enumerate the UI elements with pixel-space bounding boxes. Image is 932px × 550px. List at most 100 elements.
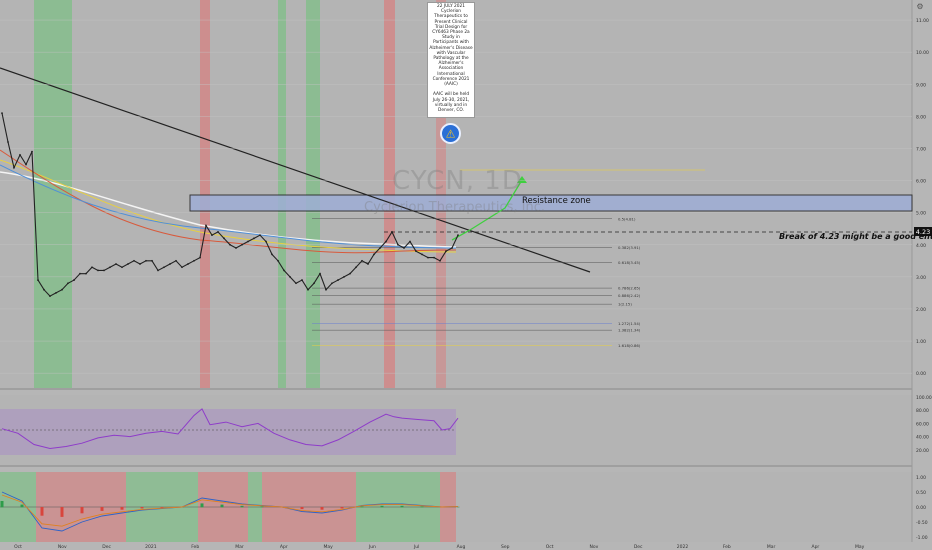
break-entry-note: Break of 4.23 might be a good entry	[779, 232, 932, 241]
price-point	[247, 240, 249, 243]
price-point	[271, 253, 273, 256]
macd-histogram-bar	[120, 507, 124, 510]
price-point	[109, 266, 111, 269]
time-tick-label: Mar	[235, 544, 244, 550]
price-point	[61, 288, 63, 291]
time-tick-label: Oct	[546, 544, 554, 550]
price-point	[445, 250, 447, 253]
macd-histogram-bar	[100, 507, 104, 511]
macd-histogram-bar	[380, 505, 384, 508]
price-point	[175, 259, 177, 262]
settings-gear-icon[interactable]: ⚙	[916, 2, 923, 11]
price-point	[55, 292, 57, 294]
price-tick-label: 2.00	[916, 307, 926, 313]
price-point	[415, 250, 417, 253]
price-point	[205, 224, 207, 227]
macd-tick-label: -1.00	[916, 535, 928, 541]
price-point	[223, 237, 225, 240]
time-tick-label: Nov	[590, 544, 599, 550]
price-point	[31, 150, 33, 153]
time-tick-label: May	[323, 544, 333, 550]
price-point	[265, 240, 267, 243]
macd-histogram-bar	[220, 504, 224, 508]
resistance-zone-label: Resistance zone	[522, 196, 591, 206]
time-tick-label: Jul	[413, 544, 419, 550]
price-point	[277, 259, 279, 262]
price-point	[145, 259, 147, 262]
time-tick-label: Nov	[58, 544, 67, 550]
macd-tick-label: 0.50	[916, 490, 926, 496]
price-point	[343, 275, 345, 278]
price-point	[361, 259, 363, 262]
rsi-tick-label: 60.00	[916, 421, 929, 427]
price-point	[331, 282, 333, 285]
price-point	[295, 282, 297, 285]
news-alert-button[interactable]: ⚠	[440, 123, 461, 144]
rsi-axis[interactable]: 100.00 80.00 60.00 40.00 20.00	[916, 395, 932, 454]
price-point	[73, 279, 75, 281]
macd-histogram-bar	[60, 507, 64, 517]
price-point	[229, 243, 231, 246]
macd-histogram-bar	[260, 506, 264, 508]
price-point	[187, 263, 189, 265]
macd-histogram-bar	[300, 507, 304, 510]
warning-icon: ⚠	[445, 127, 456, 140]
time-tick-label: Sep	[501, 544, 510, 550]
price-tick-label: 10.00	[916, 50, 929, 56]
red-zone	[200, 0, 210, 388]
time-tick-label: May	[855, 544, 865, 550]
time-tick-label: Aug	[457, 544, 466, 550]
chart-area[interactable]: 0.5(4.81) 0.382(3.91) 0.618(3.45) 0.786(2.6…	[0, 0, 932, 550]
price-point	[37, 279, 39, 281]
fib-label: 1(2.15)	[618, 302, 632, 307]
green-zone	[278, 0, 286, 388]
macd-histogram-bar	[320, 507, 324, 510]
macd-histogram-bar	[400, 505, 404, 508]
fib-label: 1.272(1.54)	[618, 321, 641, 326]
price-point	[79, 272, 81, 275]
price-point	[103, 269, 105, 272]
price-point	[259, 234, 261, 237]
price-point	[25, 163, 27, 166]
price-tick-label: 8.00	[916, 114, 926, 120]
green-zone	[306, 0, 320, 388]
price-point	[253, 237, 255, 240]
fib-label: 1.618(0.86)	[618, 343, 641, 348]
macd-tick-label: 0.00	[916, 505, 926, 511]
macd-histogram-bar	[80, 507, 84, 514]
price-point	[409, 240, 411, 243]
price-axis[interactable]: 11.00 10.00 9.00 8.00 7.00 6.00 5.00 4.00 3.00 2.…	[916, 18, 929, 377]
price-point	[193, 259, 195, 262]
price-point	[163, 266, 165, 269]
news-callout: 22 JULY 2021 Cyclerion Therapeutics to P…	[427, 2, 475, 118]
rsi-band	[0, 409, 456, 455]
time-tick-label: Apr	[280, 544, 288, 550]
macd-histogram-bar	[0, 501, 4, 508]
price-point	[289, 275, 291, 278]
price-point	[325, 288, 327, 291]
macd-histogram-bar	[40, 507, 44, 516]
watermark-timeframe: 1D	[484, 166, 523, 196]
price-point	[391, 231, 393, 233]
time-tick-label: Jun	[368, 544, 376, 550]
price-point	[235, 247, 237, 249]
price-point	[421, 253, 423, 256]
fib-label: 0.886(2.42)	[618, 293, 641, 298]
price-point	[373, 253, 375, 256]
price-point	[283, 269, 285, 272]
watermark-company: Cyclerion Therapeutics, Inc.	[364, 200, 546, 215]
green-zone	[34, 0, 72, 388]
macd-axis[interactable]: 1.00 0.50 0.00 -0.50 -1.00	[916, 475, 928, 541]
time-axis[interactable]: Oct Nov Dec 2021 Feb Mar Apr May Jun Jul Aug Sep Oct…	[14, 544, 865, 550]
macd-histogram-bar	[140, 507, 144, 509]
price-point	[433, 256, 435, 259]
fib-label: 0.618(3.45)	[618, 260, 641, 265]
rsi-tick-label: 100.00	[916, 395, 932, 401]
price-point	[49, 295, 51, 298]
price-tick-label: 3.00	[916, 275, 926, 281]
price-tick-label: 6.00	[916, 179, 926, 185]
price-point	[19, 153, 21, 156]
price-point	[397, 243, 399, 246]
fib-label: 0.382(3.91)	[618, 245, 641, 250]
macd-histogram-bar	[340, 507, 344, 509]
